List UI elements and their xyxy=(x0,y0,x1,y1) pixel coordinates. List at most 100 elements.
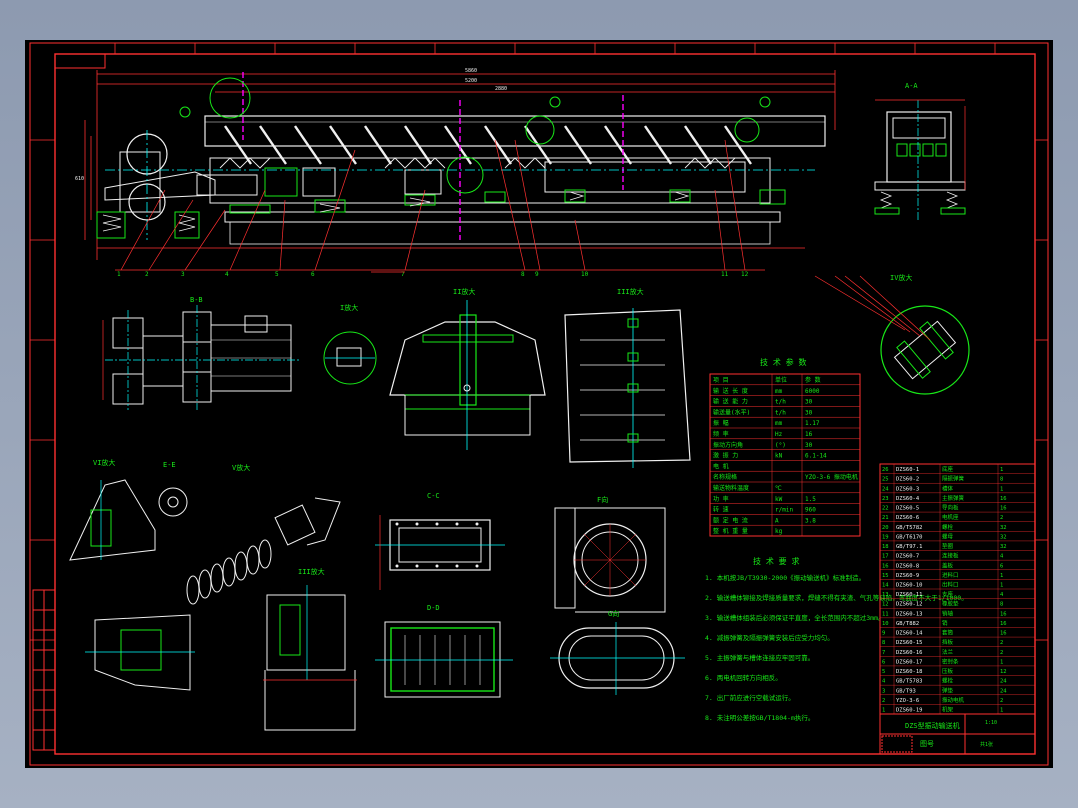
bom-cell: 隔振弹簧 xyxy=(942,475,965,483)
inner-frame xyxy=(54,53,1036,755)
bom-cell: 6 xyxy=(882,659,885,665)
view-dd-label: D-D xyxy=(427,604,440,612)
svg-text:3: 3 xyxy=(181,271,185,278)
bom-cell: 1 xyxy=(1000,467,1003,473)
svg-text:10: 10 xyxy=(581,271,589,278)
main-elevation-view[interactable]: 123 456 789 10 11 12 5860 5200 2880 610 xyxy=(75,68,836,278)
bom-cell: DZS60-18 xyxy=(896,669,923,675)
tech-req-item: 4. 减振弹簧及隔振弹簧安装后应受力均匀。 xyxy=(705,633,834,642)
bom-cell: 压板 xyxy=(942,667,954,675)
svg-text:12: 12 xyxy=(741,271,749,278)
bom-cell: 16 xyxy=(1000,621,1007,627)
tech-params-cell: mm xyxy=(775,388,783,395)
detail-iii[interactable]: III放大 xyxy=(564,287,691,468)
tech-params-cell: 整 机 重 量 xyxy=(713,527,748,535)
bom-cell: 22 xyxy=(882,506,889,512)
bom-cell: DZS60-2 xyxy=(896,477,919,483)
view-cc-label: C-C xyxy=(427,492,440,500)
view-dd[interactable]: D-D xyxy=(375,604,513,698)
tech-params-cell: 电 机 xyxy=(713,462,729,470)
bom-cell: 法兰 xyxy=(942,648,954,656)
detail-ii[interactable]: II放大 xyxy=(389,287,546,450)
bom-cell: 2 xyxy=(882,698,885,704)
bom-cell: 挡板 xyxy=(942,638,954,646)
svg-text:6: 6 xyxy=(311,271,315,278)
view-bb[interactable]: B-B xyxy=(102,296,300,410)
tech-params-cell: 1.17 xyxy=(805,420,820,427)
detail-section-lower[interactable]: III放大 xyxy=(263,567,357,731)
tech-params-cell: 3.8 xyxy=(805,517,816,524)
bom-cell: 26 xyxy=(882,467,889,473)
bom-cell: 14 xyxy=(882,583,889,589)
detail-iv[interactable]: IV放大 xyxy=(814,273,970,395)
bom-cell: 16 xyxy=(1000,611,1007,617)
view-ee-label: E-E xyxy=(163,461,176,469)
detail-v[interactable]: V放大 xyxy=(85,463,341,691)
view-aa[interactable]: A-A xyxy=(874,82,966,220)
tech-params-cell: 输送量(水平) xyxy=(713,408,750,416)
bom-cell: 19 xyxy=(882,534,889,540)
bom-cell: 11 xyxy=(882,611,889,617)
detail-iv-label: IV放大 xyxy=(890,273,912,282)
bom-cell: 1 xyxy=(1000,573,1003,579)
tech-params-cell: 振 幅 xyxy=(713,419,729,427)
bom-cell: 弹垫 xyxy=(942,686,954,694)
detail-i-label: I放大 xyxy=(340,303,358,312)
svg-text:1: 1 xyxy=(117,271,121,278)
view-cc[interactable]: C-C xyxy=(375,492,505,590)
bom-table[interactable]: 26 DZS60-1 底座 125 DZS60-2 隔振弹簧 824 DZS60-3 槽体 123… xyxy=(879,463,1036,715)
svg-text:4: 4 xyxy=(225,271,229,278)
view-g[interactable]: G向 xyxy=(550,609,685,695)
tech-params-cell: kW xyxy=(775,496,783,503)
bom-cell: 出料口 xyxy=(942,581,959,589)
detail-vi[interactable]: VI放大 E-E xyxy=(69,458,188,561)
tech-params-cell: t/h xyxy=(775,409,786,416)
view-f-label: F向 xyxy=(597,495,608,504)
tech-params-cell: 960 xyxy=(805,507,816,514)
tech-params-cell: 功 率 xyxy=(713,495,729,503)
bom-cell: 32 xyxy=(1000,534,1007,540)
bom-cell: 24 xyxy=(1000,679,1007,685)
cad-drawing-canvas[interactable]: 123 456 789 10 11 12 5860 5200 2880 610 A-… xyxy=(25,40,1053,768)
bom-cell: 24 xyxy=(882,486,889,492)
bom-cell: 2 xyxy=(1000,515,1003,521)
bom-cell: 15 xyxy=(882,573,889,579)
tech-params-cell: 30 xyxy=(805,409,813,416)
tech-req-item: 5. 主振弹簧与槽体连接应牢固可靠。 xyxy=(705,653,814,662)
detail-v-label: V放大 xyxy=(232,463,250,472)
drawing-sheet: 123 456 789 10 11 12 5860 5200 2880 610 A-… xyxy=(29,42,1049,766)
tech-params-table[interactable]: 技 术 参 数 项 目 单位 参 数输 送 长 度 mm 6000 输 送 能 力 t/h 3… xyxy=(709,357,861,537)
detail-iii-label: III放大 xyxy=(617,287,644,296)
tech-params-cell: 名称规格 xyxy=(713,473,737,481)
bom-cell: 套筒 xyxy=(942,629,954,637)
svg-text:11: 11 xyxy=(721,271,729,278)
bom-cell: 21 xyxy=(882,515,889,521)
bom-cell: DZS60-4 xyxy=(896,496,920,502)
tech-params-cell: kg xyxy=(775,528,783,535)
bom-cell: GB/T5782 xyxy=(896,525,923,531)
bom-cell: 导向板 xyxy=(942,504,959,512)
tech-params-cell: ℃ xyxy=(775,485,782,492)
tech-params-cell: 1.5 xyxy=(805,496,816,503)
tech-params-header-cell: 参 数 xyxy=(805,376,821,384)
bom-cell: 槽体 xyxy=(942,484,954,492)
bom-cell: GB/T6170 xyxy=(896,534,923,540)
bom-cell: GB/T5783 xyxy=(896,679,923,685)
bom-cell: DZS60-1 xyxy=(896,467,919,473)
tech-params-cell: 频 率 xyxy=(713,430,729,438)
bom-cell: 螺母 xyxy=(942,532,954,540)
tech-params-cell: t/h xyxy=(775,399,786,406)
bom-cell: 1 xyxy=(1000,708,1003,714)
view-f[interactable]: F向 xyxy=(554,495,666,613)
bom-cell: DZS60-5 xyxy=(896,506,919,512)
title-block-name: DZS型振动输送机 xyxy=(905,721,960,730)
bom-cell: 橡胶垫 xyxy=(942,600,959,608)
bom-cell: 2 xyxy=(1000,698,1003,704)
bom-cell: 7 xyxy=(882,650,885,656)
bom-cell: 垫圈 xyxy=(942,542,954,550)
tech-params-cell: (°) xyxy=(775,442,786,449)
detail-i[interactable]: I放大 xyxy=(323,271,405,385)
bom-cell: DZS60-7 xyxy=(896,554,919,560)
bom-cell: 连接板 xyxy=(942,552,959,560)
title-block[interactable]: DZS型振动输送机 图号 1:10 共1张 xyxy=(879,713,1036,755)
